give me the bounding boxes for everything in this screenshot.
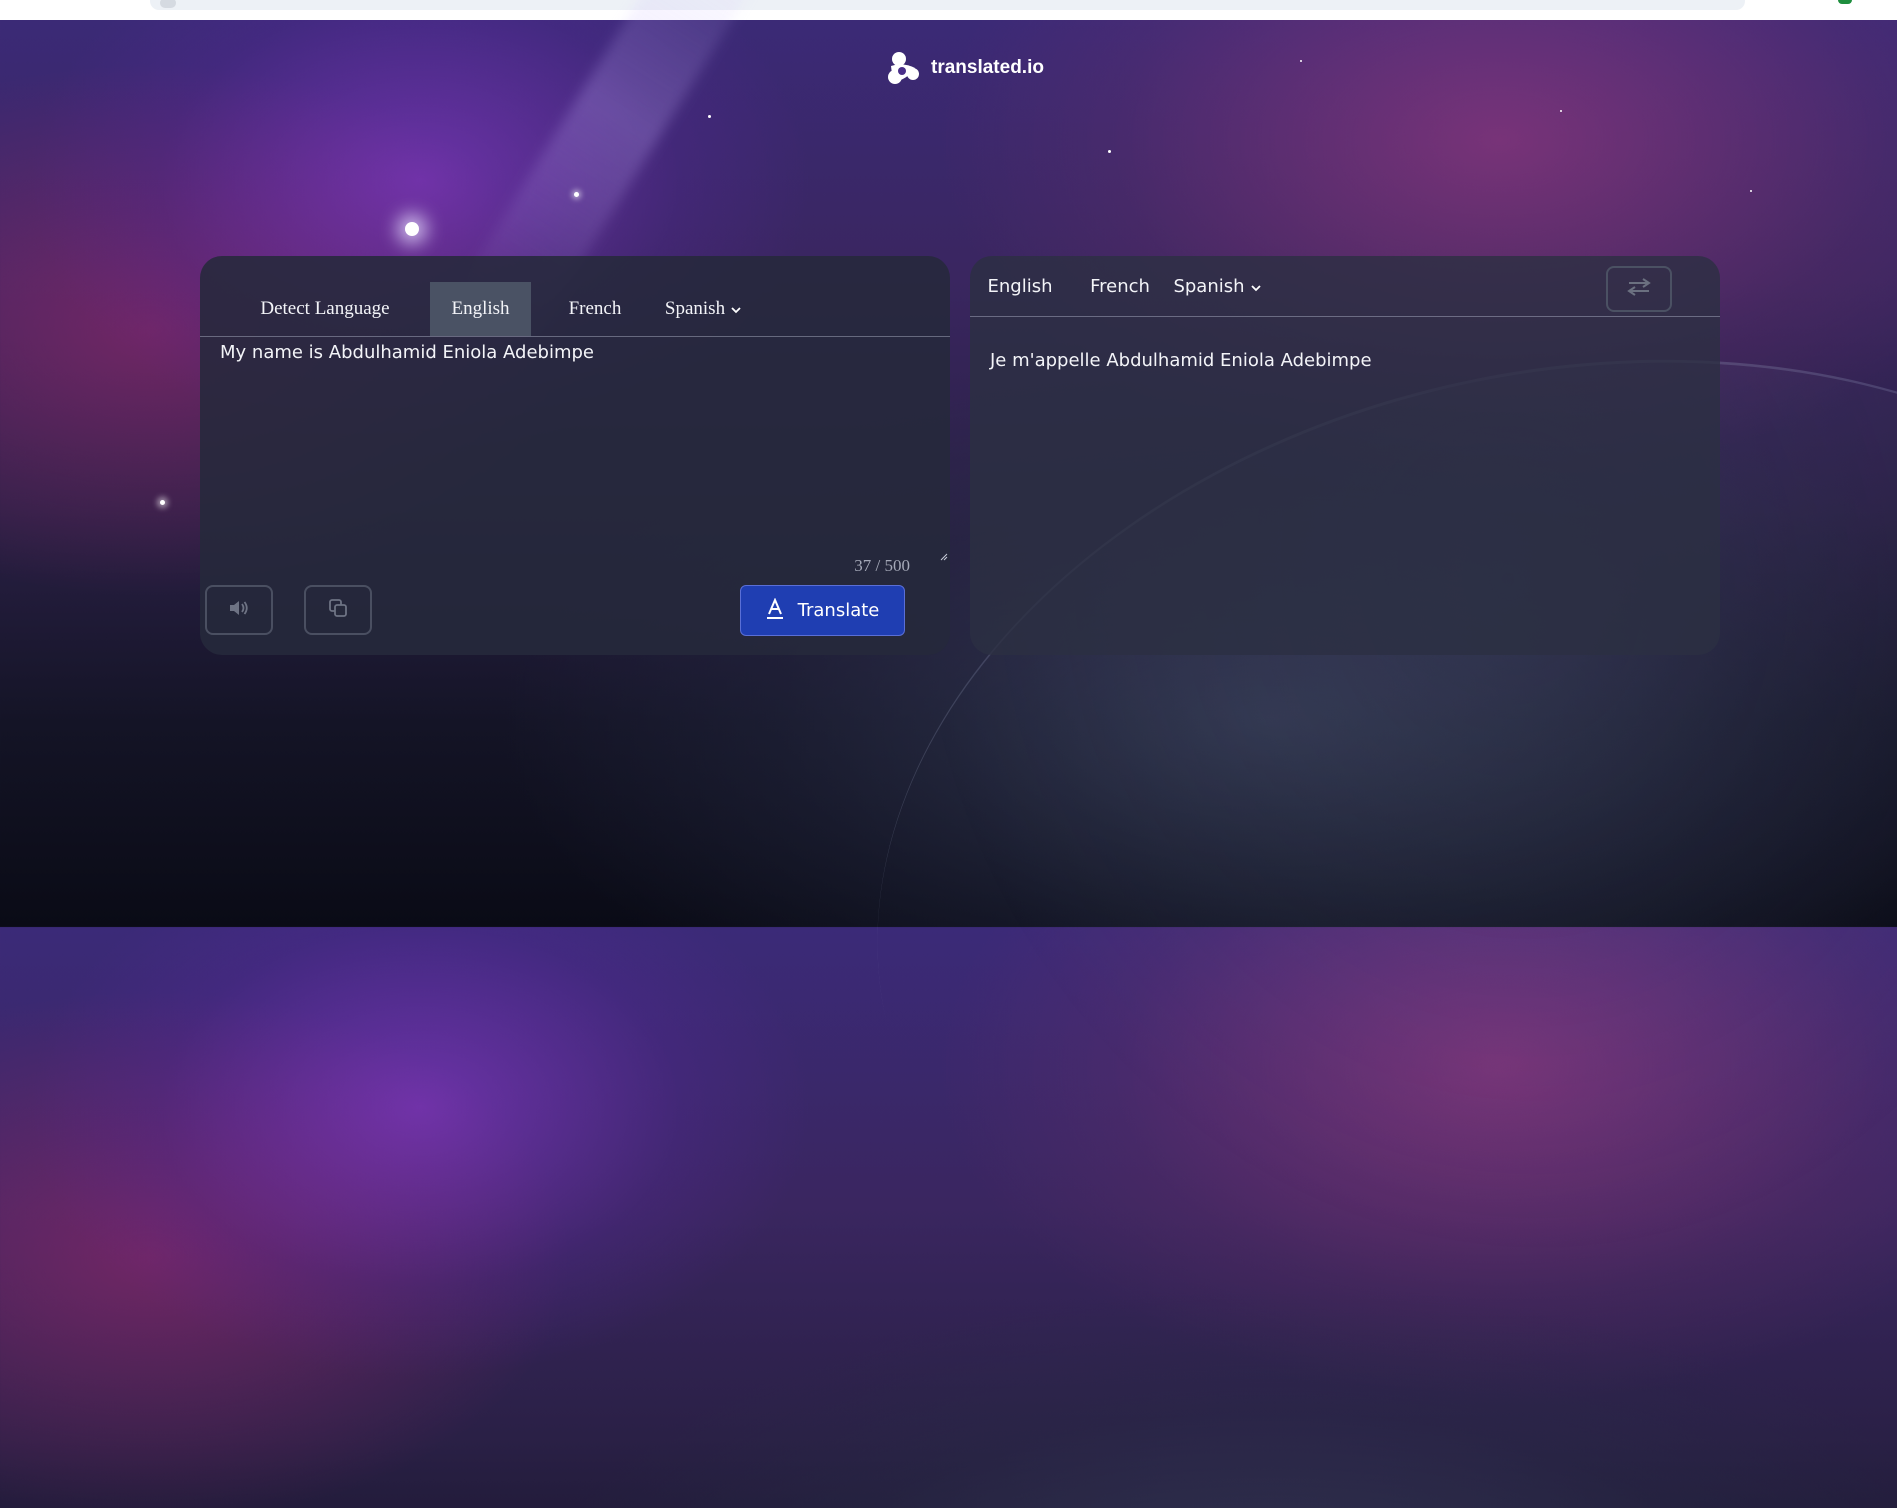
tab-detect-language[interactable]: Detect Language xyxy=(245,282,405,336)
source-text-input[interactable]: My name is Abdulhamid Eniola Adebimpe xyxy=(220,336,930,520)
tab-spanish-dropdown[interactable]: Spanish xyxy=(658,282,748,336)
speak-button[interactable] xyxy=(205,585,273,635)
site-info-icon[interactable] xyxy=(160,0,176,8)
star xyxy=(1300,60,1302,62)
tab-spanish-dropdown[interactable]: Spanish xyxy=(1170,256,1264,316)
translate-icon xyxy=(766,596,784,624)
star xyxy=(1560,110,1562,112)
tab-english[interactable]: English xyxy=(430,282,531,336)
address-bar[interactable] xyxy=(150,0,1745,10)
star xyxy=(574,192,579,197)
star xyxy=(708,115,711,118)
tab-label: Spanish xyxy=(1173,275,1245,297)
tab-label: French xyxy=(568,298,622,319)
tab-english[interactable]: English xyxy=(980,256,1060,316)
tab-label: English xyxy=(451,298,510,319)
tab-label: Detect Language xyxy=(260,298,390,319)
target-panel: English French Spanish Je m'appelle Abdu… xyxy=(970,256,1720,655)
star xyxy=(405,222,419,236)
tab-french[interactable]: French xyxy=(555,282,635,336)
copy-button[interactable] xyxy=(304,585,372,635)
char-count-current: 37 xyxy=(854,556,872,575)
char-count-max: 500 xyxy=(884,556,911,575)
resize-handle-icon[interactable] xyxy=(940,546,948,561)
browser-toolbar xyxy=(0,0,1897,20)
character-count: 37 / 500 xyxy=(854,556,910,576)
star xyxy=(160,500,165,505)
tab-label: French xyxy=(1090,275,1150,297)
star xyxy=(1750,190,1752,192)
chevron-down-icon xyxy=(731,298,741,320)
extension-icon[interactable] xyxy=(1838,0,1852,4)
swap-languages-button[interactable] xyxy=(1606,266,1672,312)
swap-icon xyxy=(1626,278,1652,300)
chevron-down-icon xyxy=(1250,276,1261,297)
source-panel: Detect Language English French Spanish M… xyxy=(200,256,950,655)
tab-label: Spanish xyxy=(664,298,726,319)
tab-label: English xyxy=(987,275,1053,297)
brand[interactable]: translated.io xyxy=(885,48,1044,88)
speaker-icon xyxy=(228,599,250,621)
translated-logo-icon xyxy=(885,50,921,86)
char-count-separator: / xyxy=(871,556,885,575)
translation-output: Je m'appelle Abdulhamid Eniola Adebimpe xyxy=(990,350,1372,371)
tab-french[interactable]: French xyxy=(1082,256,1158,316)
target-language-tabs: English French Spanish xyxy=(970,256,1720,317)
translate-button[interactable]: Translate xyxy=(740,585,905,636)
star xyxy=(1108,150,1111,153)
copy-icon xyxy=(328,598,348,622)
source-language-tabs: Detect Language English French Spanish xyxy=(200,282,950,337)
brand-name: translated.io xyxy=(931,57,1044,78)
translate-label: Translate xyxy=(797,600,880,621)
